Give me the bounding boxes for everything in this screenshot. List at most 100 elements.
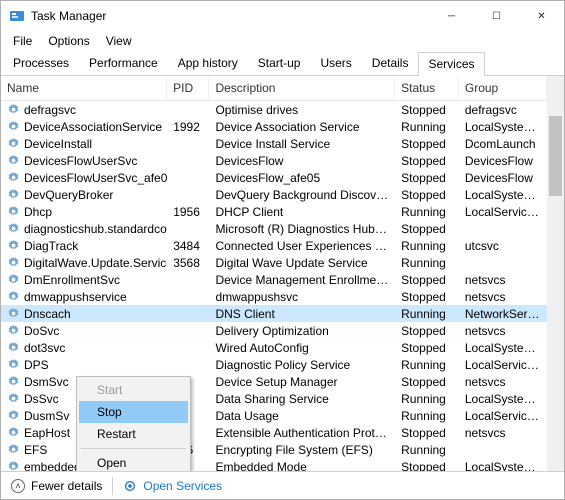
menu-item-stop[interactable]: Stop bbox=[79, 401, 188, 423]
menu-item-restart[interactable]: Restart bbox=[79, 423, 188, 445]
service-group: netsvcs bbox=[459, 273, 547, 287]
service-group: LocalSystemN... bbox=[459, 392, 547, 406]
service-row[interactable]: dmwappushservicedmwappushsvcStoppednetsv… bbox=[1, 288, 547, 305]
service-row[interactable]: diagnosticshub.standardco...Microsoft (R… bbox=[1, 220, 547, 237]
service-group: LocalServiceN... bbox=[459, 205, 547, 219]
service-status: Stopped bbox=[395, 324, 459, 338]
column-headers: Name PID Description Status Group bbox=[1, 76, 547, 101]
col-description[interactable]: Description bbox=[209, 76, 395, 100]
service-status: Stopped bbox=[395, 375, 459, 389]
service-gear-icon bbox=[7, 239, 20, 252]
service-row[interactable]: dot3svcWired AutoConfigStoppedLocalSyste… bbox=[1, 339, 547, 356]
service-gear-icon bbox=[7, 460, 20, 471]
service-status: Stopped bbox=[395, 460, 459, 472]
service-row[interactable]: DmEnrollmentSvcDevice Management Enrollm… bbox=[1, 271, 547, 288]
service-gear-icon bbox=[7, 324, 20, 337]
open-services-link[interactable]: Open Services bbox=[143, 479, 222, 493]
service-description: Encrypting File System (EFS) bbox=[209, 443, 395, 457]
service-group: DevicesFlow bbox=[459, 171, 547, 185]
service-description: Embedded Mode bbox=[209, 460, 395, 472]
tabstrip: Processes Performance App history Start-… bbox=[1, 51, 564, 76]
service-status: Running bbox=[395, 409, 459, 423]
service-group: netsvcs bbox=[459, 426, 547, 440]
service-row[interactable]: DevicesFlowUserSvcDevicesFlowStoppedDevi… bbox=[1, 152, 547, 169]
tab-services[interactable]: Services bbox=[418, 52, 484, 76]
col-name[interactable]: Name bbox=[1, 76, 167, 100]
tab-app-history[interactable]: App history bbox=[168, 51, 248, 75]
close-button[interactable]: ✕ bbox=[519, 1, 564, 31]
services-grid: Name PID Description Status Group defrag… bbox=[1, 76, 564, 471]
col-pid[interactable]: PID bbox=[167, 76, 209, 100]
service-status: Running bbox=[395, 205, 459, 219]
maximize-button[interactable]: ☐ bbox=[474, 1, 519, 31]
menu-item-start: Start bbox=[79, 379, 188, 401]
service-name: DusmSv bbox=[24, 409, 69, 423]
minimize-button[interactable]: ─ bbox=[429, 1, 474, 31]
menu-item-open-services[interactable]: Open Services bbox=[79, 452, 188, 471]
service-row[interactable]: DeviceAssociationService1992Device Assoc… bbox=[1, 118, 547, 135]
tab-details[interactable]: Details bbox=[362, 51, 419, 75]
service-row[interactable]: Dhcp1956DHCP ClientRunningLocalServiceN.… bbox=[1, 203, 547, 220]
service-description: dmwappushsvc bbox=[209, 290, 395, 304]
service-row[interactable]: DnscachDNS ClientRunningNetworkService bbox=[1, 305, 547, 322]
service-name: dot3svc bbox=[24, 341, 65, 355]
service-name: EFS bbox=[24, 443, 47, 457]
col-group[interactable]: Group bbox=[459, 76, 547, 100]
vertical-scrollbar[interactable] bbox=[547, 76, 564, 471]
service-row[interactable]: DevQueryBrokerDevQuery Background Discov… bbox=[1, 186, 547, 203]
service-row[interactable]: DigitalWave.Update.Service3568Digital Wa… bbox=[1, 254, 547, 271]
service-group: utcsvc bbox=[459, 239, 547, 253]
service-row[interactable]: DPSDiagnostic Policy ServiceRunningLocal… bbox=[1, 356, 547, 373]
service-status: Stopped bbox=[395, 341, 459, 355]
service-name: DeviceAssociationService bbox=[24, 120, 162, 134]
service-gear-icon bbox=[7, 171, 20, 184]
service-row[interactable]: DoSvcDelivery OptimizationStoppednetsvcs bbox=[1, 322, 547, 339]
service-status: Running bbox=[395, 239, 459, 253]
tab-performance[interactable]: Performance bbox=[79, 51, 168, 75]
service-status: Stopped bbox=[395, 290, 459, 304]
tab-start-up[interactable]: Start-up bbox=[248, 51, 311, 75]
service-status: Stopped bbox=[395, 426, 459, 440]
service-group: LocalServiceN... bbox=[459, 409, 547, 423]
service-description: Microsoft (R) Diagnostics Hub Stand... bbox=[209, 222, 395, 236]
service-row[interactable]: DevicesFlowUserSvc_afe05DevicesFlow_afe0… bbox=[1, 169, 547, 186]
service-row[interactable]: defragsvcOptimise drivesStoppeddefragsvc bbox=[1, 101, 547, 118]
window-title: Task Manager bbox=[31, 9, 429, 23]
menu-file[interactable]: File bbox=[5, 32, 40, 50]
menu-options[interactable]: Options bbox=[40, 32, 97, 50]
service-row[interactable]: DiagTrack3484Connected User Experiences … bbox=[1, 237, 547, 254]
tab-users[interactable]: Users bbox=[310, 51, 361, 75]
service-name: DmEnrollmentSvc bbox=[24, 273, 120, 287]
service-name: DoSvc bbox=[24, 324, 59, 338]
service-name: DevicesFlowUserSvc_afe05 bbox=[24, 171, 167, 185]
separator bbox=[112, 477, 113, 495]
service-gear-icon bbox=[7, 103, 20, 116]
service-group: netsvcs bbox=[459, 290, 547, 304]
service-gear-icon bbox=[7, 358, 20, 371]
service-group: LocalSystemN... bbox=[459, 188, 547, 202]
task-manager-window: Task Manager ─ ☐ ✕ File Options View Pro… bbox=[0, 0, 565, 500]
menubar: File Options View bbox=[1, 31, 564, 51]
service-group: LocalSystemN... bbox=[459, 460, 547, 472]
fewer-details-link[interactable]: Fewer details bbox=[31, 479, 102, 493]
service-name: DigitalWave.Update.Service bbox=[24, 256, 167, 270]
service-gear-icon bbox=[7, 409, 20, 422]
service-row[interactable]: DeviceInstallDevice Install ServiceStopp… bbox=[1, 135, 547, 152]
app-icon bbox=[9, 8, 25, 24]
service-description: DHCP Client bbox=[209, 205, 395, 219]
service-description: DevicesFlow bbox=[209, 154, 395, 168]
tab-processes[interactable]: Processes bbox=[3, 51, 79, 75]
service-status: Stopped bbox=[395, 222, 459, 236]
service-status: Stopped bbox=[395, 137, 459, 151]
scrollbar-thumb[interactable] bbox=[549, 116, 562, 196]
service-gear-icon bbox=[7, 273, 20, 286]
col-status[interactable]: Status bbox=[395, 76, 459, 100]
service-gear-icon bbox=[7, 120, 20, 133]
service-name: DsSvc bbox=[24, 392, 59, 406]
service-description: DevQuery Background Discovery Br... bbox=[209, 188, 395, 202]
chevron-up-icon[interactable]: ˄ bbox=[11, 479, 25, 493]
service-group: netsvcs bbox=[459, 375, 547, 389]
menu-view[interactable]: View bbox=[98, 32, 140, 50]
service-pid: 3568 bbox=[167, 256, 209, 270]
service-gear-icon bbox=[7, 341, 20, 354]
